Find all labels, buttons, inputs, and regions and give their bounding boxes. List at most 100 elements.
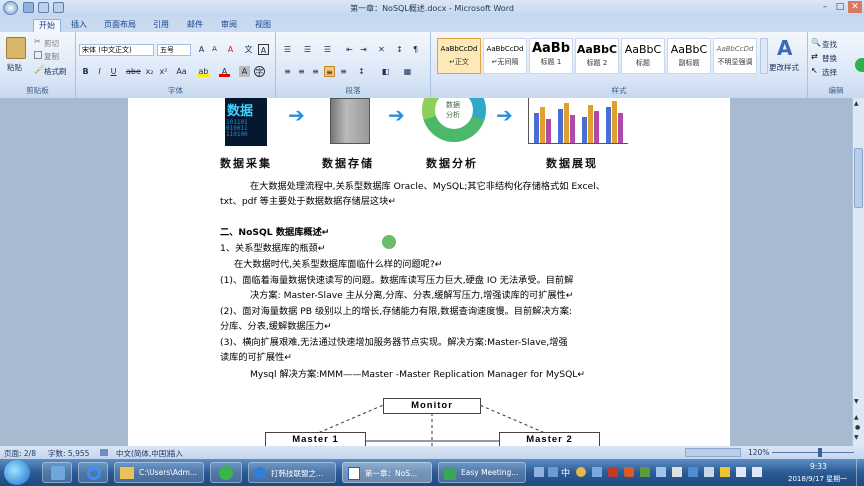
tab-mailings[interactable]: 邮件 — [182, 19, 208, 32]
prev-page-icon[interactable]: ▲ — [854, 414, 859, 421]
scroll-up-icon[interactable]: ▲ — [854, 100, 859, 107]
page-indicator[interactable]: 页面: 2/8 — [4, 448, 36, 459]
cut-button[interactable]: 剪切 — [44, 38, 59, 49]
replace-icon[interactable]: ⇄ — [811, 52, 818, 61]
tray-icon[interactable] — [720, 467, 730, 477]
find-icon[interactable]: 🔍 — [811, 38, 821, 47]
tray-icon[interactable] — [576, 467, 586, 477]
taskbar-meeting-window[interactable]: Easy Meeting... — [438, 462, 526, 483]
tray-icon[interactable] — [592, 467, 602, 477]
format-painter-button[interactable]: 格式刷 — [44, 66, 67, 77]
style-no-spacing[interactable]: AaBbCcDd ↵无间隔 — [483, 38, 527, 74]
superscript-icon[interactable]: x² — [158, 66, 169, 77]
taskbar-pinned-app[interactable] — [210, 462, 242, 483]
tray-icon[interactable] — [624, 467, 634, 477]
style-subtle-emphasis[interactable]: AaBbCcDd 不明显强调 — [713, 38, 757, 74]
tab-review[interactable]: 审阅 — [216, 19, 242, 32]
borders-icon[interactable]: ▦ — [402, 66, 413, 77]
tab-insert[interactable]: 插入 — [66, 19, 92, 32]
tab-view[interactable]: 视图 — [250, 19, 276, 32]
tray-icon[interactable] — [704, 467, 714, 477]
numbering-icon[interactable]: ☰ — [302, 44, 313, 55]
enclose-char-icon[interactable]: 字 — [254, 66, 265, 77]
align-center-icon[interactable]: ≡ — [296, 66, 307, 77]
zoom-slider[interactable] — [772, 452, 854, 453]
network-icon[interactable] — [736, 467, 746, 477]
proofing-icon[interactable] — [100, 449, 108, 456]
line-spacing-icon[interactable]: ↕ — [356, 66, 367, 77]
green-circle-icon[interactable] — [855, 58, 864, 72]
font-color-icon[interactable]: A — [219, 66, 230, 77]
format-painter-icon[interactable]: 🖌 — [34, 65, 44, 74]
tray-icon[interactable] — [608, 467, 618, 477]
style-title[interactable]: AaBbC 标题 — [621, 38, 665, 74]
highlight-icon[interactable]: ab — [198, 66, 209, 77]
tab-references[interactable]: 引用 — [148, 19, 174, 32]
taskbar-pinned-app[interactable] — [42, 462, 72, 483]
multilevel-list-icon[interactable]: ☰ — [322, 44, 333, 55]
office-button[interactable] — [2, 14, 24, 32]
zoom-slider-thumb[interactable] — [818, 448, 822, 457]
copy-button[interactable]: 复制 — [44, 51, 59, 62]
phonetic-guide-icon[interactable]: 文 — [243, 44, 254, 55]
tray-icon[interactable] — [640, 467, 650, 477]
taskbar-explorer-window[interactable]: C:\Users\Adm... — [114, 462, 204, 483]
tray-icon[interactable] — [672, 467, 682, 477]
align-right-icon[interactable]: ≡ — [310, 66, 321, 77]
font-size-select[interactable]: 五号 — [157, 44, 191, 56]
taskbar-pinned-app[interactable] — [78, 462, 108, 483]
style-heading-2[interactable]: AaBbC 标题 2 — [575, 38, 619, 74]
close-button[interactable]: ✕ — [848, 1, 862, 13]
clock-date[interactable]: 2018/9/17 星期一 — [788, 474, 847, 484]
change-case-icon[interactable]: Aa — [176, 66, 187, 77]
style-normal[interactable]: AaBbCcDd ↵正文 — [437, 38, 481, 74]
maximize-button[interactable]: □ — [833, 1, 847, 13]
select-icon[interactable]: ↖ — [811, 66, 818, 75]
insert-mode[interactable]: 插入 — [168, 448, 183, 459]
clock-time[interactable]: 9:33 — [810, 462, 827, 471]
font-name-select[interactable]: 宋体 (中文正文) — [79, 44, 154, 56]
char-border-icon[interactable]: A — [258, 44, 269, 55]
justify-icon[interactable]: ≡ — [324, 66, 335, 77]
tray-icon[interactable] — [656, 467, 666, 477]
tab-page-layout[interactable]: 页面布局 — [100, 19, 140, 32]
chinese-layout-icon[interactable]: ✕ — [376, 44, 387, 55]
change-styles-icon[interactable]: A — [777, 36, 792, 60]
show-marks-icon[interactable]: ¶ — [410, 44, 421, 55]
replace-button[interactable]: 替换 — [822, 53, 837, 64]
style-heading-1[interactable]: AaBb 标题 1 — [529, 38, 573, 74]
increase-indent-icon[interactable]: ⇥ — [358, 44, 369, 55]
next-page-icon[interactable]: ▼ — [854, 434, 859, 441]
word-count[interactable]: 字数: 5,955 — [48, 448, 89, 459]
taskbar-word-window[interactable]: 第一章：NoS... — [342, 462, 432, 483]
tray-icon[interactable] — [548, 467, 558, 477]
scroll-thumb[interactable] — [854, 148, 863, 208]
char-shading-icon[interactable]: A — [239, 66, 250, 77]
start-button[interactable] — [4, 460, 30, 485]
volume-icon[interactable] — [752, 467, 762, 477]
underline-icon[interactable]: U — [108, 66, 119, 77]
subscript-icon[interactable]: x₂ — [144, 66, 155, 77]
bold-icon[interactable]: B — [80, 66, 91, 77]
scroll-down-icon[interactable]: ▼ — [854, 398, 859, 405]
tray-icon[interactable] — [688, 467, 698, 477]
taskbar-browser-window[interactable]: 打韩技联盟之... — [248, 462, 336, 483]
browse-object-icon[interactable]: ● — [855, 424, 860, 431]
bullets-icon[interactable]: ☰ — [282, 44, 293, 55]
cut-icon[interactable]: ✂ — [34, 37, 41, 46]
distributed-icon[interactable]: ≡ — [338, 66, 349, 77]
grow-font-icon[interactable]: A — [196, 44, 207, 55]
show-desktop-button[interactable] — [856, 459, 864, 486]
italic-icon[interactable]: I — [94, 66, 105, 77]
change-styles-button[interactable]: 更改样式 — [769, 62, 799, 73]
copy-icon[interactable] — [34, 51, 42, 59]
strikethrough-icon[interactable]: abe — [126, 66, 141, 77]
language-indicator[interactable]: 中文(简体,中国) — [116, 448, 169, 459]
clear-format-icon[interactable]: A — [225, 44, 236, 55]
shrink-font-icon[interactable]: A — [209, 44, 220, 55]
minimize-button[interactable]: – — [818, 1, 832, 13]
zoom-level[interactable]: 120% — [748, 448, 769, 457]
align-left-icon[interactable]: ≡ — [282, 66, 293, 77]
decrease-indent-icon[interactable]: ⇤ — [344, 44, 355, 55]
vertical-scrollbar[interactable]: ▲ ▼ ▲ ● ▼ — [852, 98, 864, 446]
